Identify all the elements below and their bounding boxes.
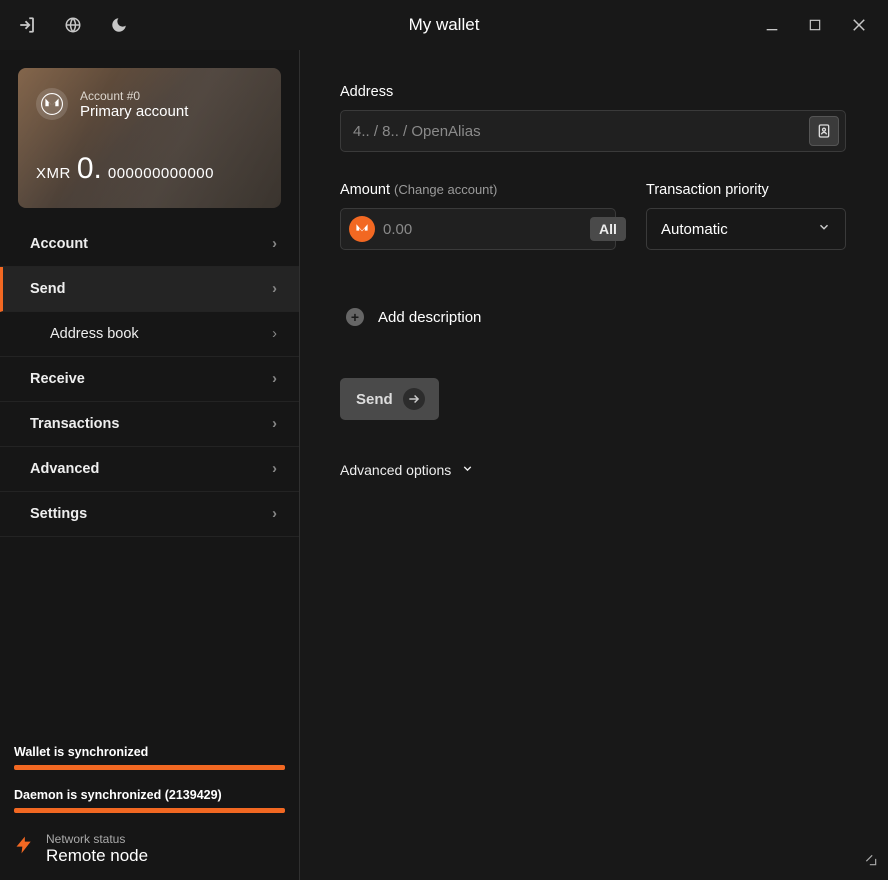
amount-input[interactable] [383, 221, 582, 238]
network-title: Network status [46, 832, 148, 846]
monero-logo-icon [36, 88, 68, 120]
priority-label: Transaction priority [646, 182, 846, 198]
address-input[interactable] [353, 123, 801, 140]
chevron-right-icon: › [272, 281, 277, 297]
maximize-icon[interactable] [808, 18, 822, 32]
address-book-button[interactable] [809, 116, 839, 146]
chevron-right-icon: › [272, 506, 277, 522]
arrow-right-icon [403, 388, 425, 410]
nav-label: Advanced [30, 461, 99, 477]
chevron-right-icon: › [272, 371, 277, 387]
network-status[interactable]: Network status Remote node [14, 831, 285, 866]
nav-label: Receive [30, 371, 85, 387]
add-description-label: Add description [378, 309, 481, 326]
nav-account[interactable]: Account › [0, 222, 299, 267]
chevron-right-icon: › [272, 326, 277, 342]
priority-value: Automatic [661, 221, 728, 238]
nav: Account › Send › Address book › Receive … [0, 222, 299, 537]
send-button-label: Send [356, 391, 393, 408]
account-id: Account #0 [80, 89, 188, 103]
resize-handle-icon[interactable] [864, 853, 878, 872]
nav-label: Send [30, 281, 65, 297]
amount-label-text: Amount [340, 182, 390, 198]
change-account-link[interactable]: (Change account) [394, 182, 497, 197]
nav-receive[interactable]: Receive › [0, 357, 299, 402]
close-icon[interactable] [850, 16, 868, 34]
balance-integer: 0. [77, 152, 102, 186]
sidebar: Account #0 Primary account XMR 0. 000000… [0, 50, 300, 880]
account-name: Primary account [80, 103, 188, 120]
add-description-button[interactable]: + Add description [346, 308, 848, 326]
logout-icon[interactable] [18, 16, 36, 34]
send-button[interactable]: Send [340, 378, 439, 420]
network-value: Remote node [46, 846, 148, 866]
plus-icon: + [346, 308, 364, 326]
content: Address Amount (Change account) [300, 50, 888, 880]
wallet-sync-progress [14, 765, 285, 770]
balance-decimals: 000000000000 [108, 165, 214, 182]
xmr-icon [349, 216, 375, 242]
globe-icon[interactable] [64, 16, 82, 34]
address-input-wrap [340, 110, 846, 152]
chevron-right-icon: › [272, 416, 277, 432]
balance: XMR 0. 000000000000 [36, 152, 263, 186]
nav-transactions[interactable]: Transactions › [0, 402, 299, 447]
advanced-options-toggle[interactable]: Advanced options [340, 462, 848, 478]
titlebar: My wallet [0, 0, 888, 50]
chevron-right-icon: › [272, 236, 277, 252]
nav-send[interactable]: Send › [0, 267, 299, 312]
wallet-sync-label: Wallet is synchronized [14, 745, 285, 759]
nav-address-book[interactable]: Address book › [0, 312, 299, 357]
account-card[interactable]: Account #0 Primary account XMR 0. 000000… [18, 68, 281, 208]
sidebar-footer: Wallet is synchronized Daemon is synchro… [0, 745, 299, 880]
nav-label: Transactions [30, 416, 119, 432]
amount-input-wrap: All [340, 208, 616, 250]
nav-label: Settings [30, 506, 87, 522]
balance-currency: XMR [36, 165, 71, 182]
minimize-icon[interactable] [764, 17, 780, 33]
amount-all-button[interactable]: All [590, 217, 626, 241]
window-title: My wallet [409, 15, 480, 35]
daemon-sync-progress [14, 808, 285, 813]
bolt-icon [14, 831, 34, 866]
amount-label: Amount (Change account) [340, 182, 616, 198]
nav-advanced[interactable]: Advanced › [0, 447, 299, 492]
advanced-options-label: Advanced options [340, 462, 451, 478]
nav-label: Account [30, 236, 88, 252]
priority-select[interactable]: Automatic [646, 208, 846, 250]
nav-settings[interactable]: Settings › [0, 492, 299, 537]
nav-label: Address book [50, 326, 139, 342]
dark-mode-icon[interactable] [110, 16, 128, 34]
chevron-down-icon [461, 462, 474, 478]
chevron-right-icon: › [272, 461, 277, 477]
chevron-down-icon [817, 220, 831, 238]
address-label: Address [340, 84, 846, 100]
daemon-sync-label: Daemon is synchronized (2139429) [14, 788, 285, 802]
